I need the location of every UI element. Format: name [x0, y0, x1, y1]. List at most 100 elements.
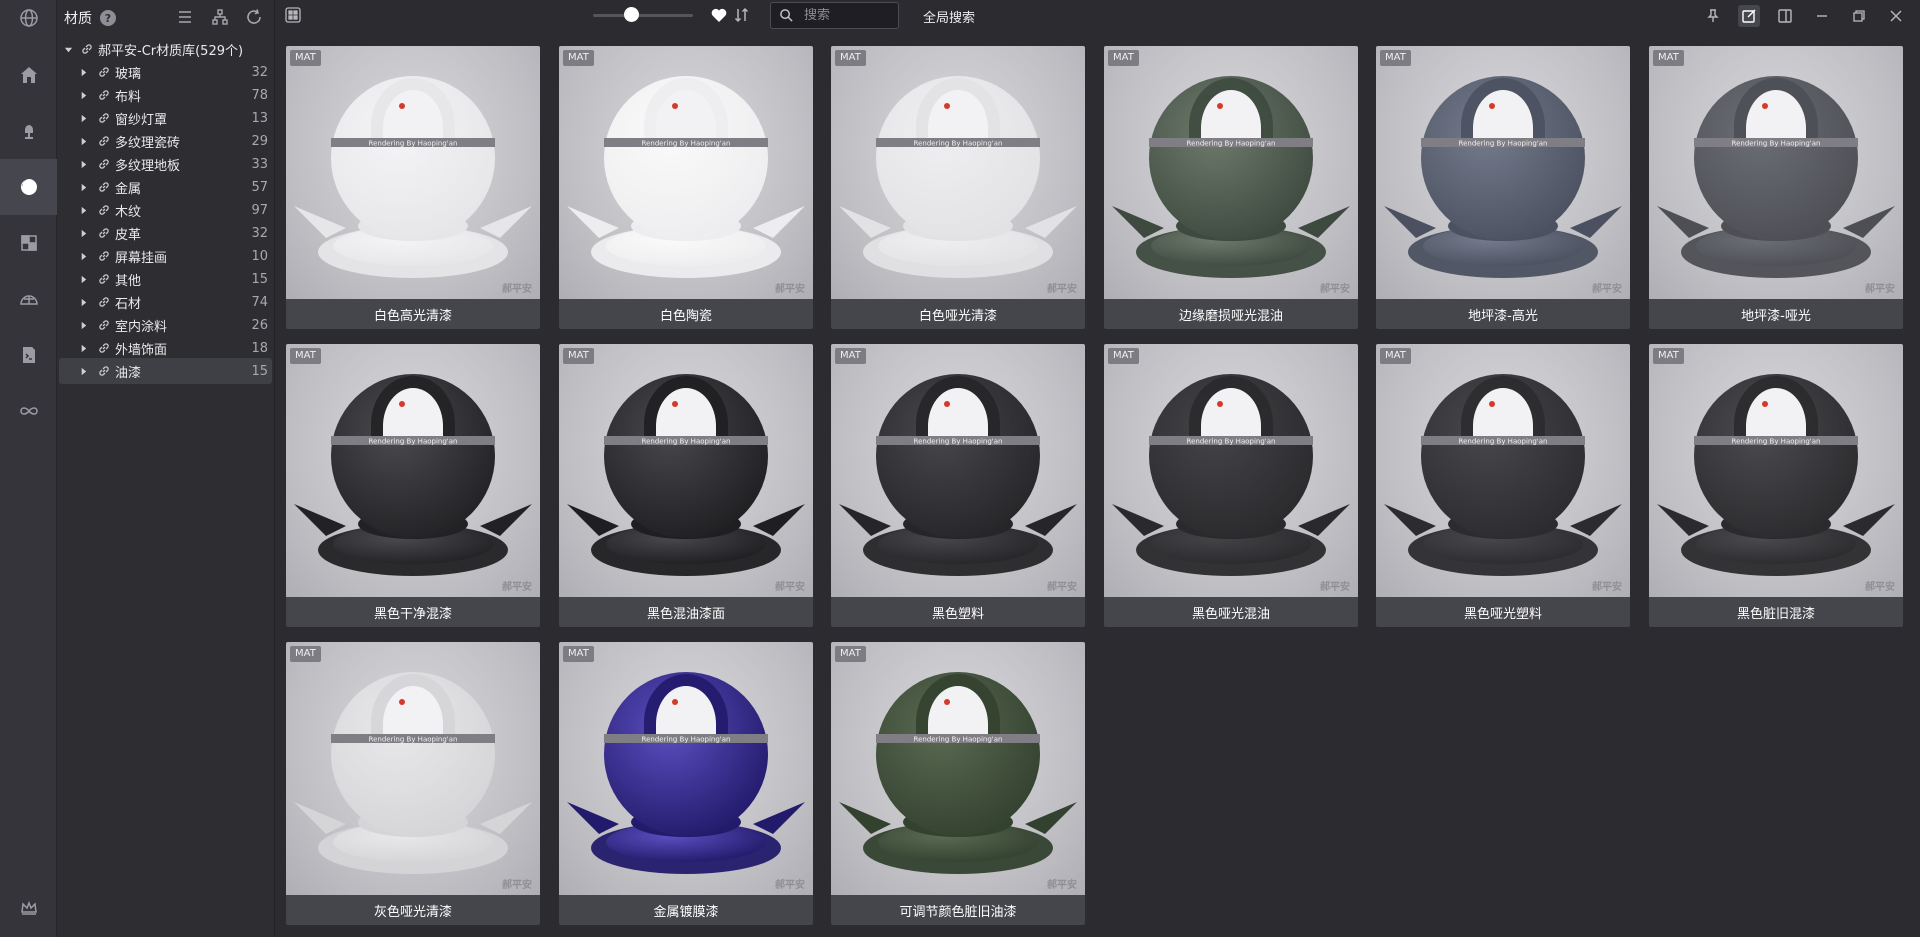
pin-icon[interactable] — [1702, 5, 1724, 27]
material-thumbnail[interactable]: Rendering By Haoping'an MAT 郝平安 — [831, 344, 1085, 597]
lamp-icon[interactable] — [0, 103, 57, 159]
caret-right-icon[interactable] — [78, 343, 88, 353]
material-thumbnail[interactable]: Rendering By Haoping'an MAT 郝平安 — [1376, 46, 1630, 299]
caret-right-icon[interactable] — [78, 366, 88, 376]
home-icon[interactable] — [0, 47, 57, 103]
material-card[interactable]: Rendering By Haoping'an MAT 郝平安 地坪漆-高光 — [1376, 46, 1630, 329]
tree-item-label: 其他 — [115, 273, 142, 289]
material-thumbnail[interactable]: Rendering By Haoping'an MAT 郝平安 — [559, 642, 813, 895]
refresh-icon[interactable] — [245, 8, 265, 28]
material-name: 灰色哑光清漆 — [373, 904, 452, 920]
material-preview-sphere: Rendering By Haoping'an — [1657, 76, 1895, 278]
material-card[interactable]: Rendering By Haoping'an MAT 郝平安灰色哑光清漆 — [286, 642, 540, 925]
caret-right-icon[interactable] — [78, 67, 88, 77]
tree-root-library[interactable]: 郝平安-Cr材质库(529个) — [57, 38, 275, 60]
sky-dome-icon[interactable] — [0, 271, 57, 327]
material-card[interactable]: Rendering By Haoping'an MAT 郝平安 白色哑光清漆 — [831, 46, 1085, 329]
edit-mode-icon[interactable] — [1738, 5, 1760, 27]
texture-icon[interactable] — [0, 215, 57, 271]
link-icon — [97, 226, 111, 240]
material-thumbnail[interactable]: Rendering By Haoping'an MAT 郝平安 — [286, 344, 540, 597]
material-card[interactable]: Rendering By Haoping'an MAT 郝平安 黑色哑光混油 — [1104, 344, 1358, 627]
thumbnail-watermark-logo: 郝平安 — [775, 880, 805, 891]
caret-right-icon[interactable] — [78, 159, 88, 169]
tree-item[interactable]: 油漆 15 — [59, 358, 272, 384]
material-name: 白色高光清漆 — [373, 308, 452, 324]
material-card[interactable]: Rendering By Haoping'an MAT 郝平安 黑色干净混漆 — [286, 344, 540, 627]
material-thumbnail[interactable]: Rendering By Haoping'an MAT 郝平安 — [286, 642, 540, 895]
caret-right-icon[interactable] — [78, 90, 88, 100]
caret-right-icon[interactable] — [78, 228, 88, 238]
material-card[interactable]: Rendering By Haoping'an MAT 郝平安 可调节颜色脏旧油漆 — [831, 642, 1085, 925]
mat-badge: MAT — [563, 348, 594, 364]
material-preview-sphere: Rendering By Haoping'an — [1657, 374, 1895, 576]
hierarchy-icon[interactable] — [211, 8, 231, 28]
material-card[interactable]: Rendering By Haoping'an MAT 郝平安边缘磨损哑光混油 — [1104, 46, 1358, 329]
material-card[interactable]: Rendering By Haoping'an MAT 郝平安 黑色塑料 — [831, 344, 1085, 627]
caret-right-icon[interactable] — [78, 274, 88, 284]
restore-icon[interactable] — [1848, 5, 1870, 27]
caret-right-icon[interactable] — [78, 113, 88, 123]
crown-icon[interactable] — [0, 883, 57, 933]
globe-icon[interactable] — [0, 0, 57, 36]
top-toolbar: 全局搜索 — [275, 0, 1920, 32]
material-thumbnail[interactable]: Rendering By Haoping'an MAT 郝平安 — [1376, 344, 1630, 597]
tree-item-count: 29 — [251, 133, 268, 149]
help-icon[interactable]: ? — [100, 10, 116, 26]
mat-badge: MAT — [1653, 50, 1684, 66]
sphere-band-text: Rendering By Haoping'an — [369, 140, 458, 148]
link-icon — [80, 42, 94, 56]
zoom-slider-track[interactable] — [593, 14, 693, 17]
sidebar-toggle-icon[interactable] — [1774, 5, 1796, 27]
material-card[interactable]: Rendering By Haoping'an MAT 郝平安 白色陶瓷 — [559, 46, 813, 329]
caret-right-icon[interactable] — [78, 136, 88, 146]
caret-right-icon[interactable] — [78, 320, 88, 330]
tree-item-label: 布料 — [115, 89, 142, 105]
search-box[interactable] — [770, 2, 899, 29]
thumbnail-watermark-logo: 郝平安 — [1320, 284, 1350, 295]
material-thumbnail[interactable]: Rendering By Haoping'an MAT 郝平安 — [831, 46, 1085, 299]
material-sphere-icon[interactable] — [0, 159, 57, 215]
caret-right-icon[interactable] — [78, 182, 88, 192]
caret-right-icon[interactable] — [78, 297, 88, 307]
infinity-icon[interactable] — [0, 383, 57, 439]
material-thumbnail[interactable]: Rendering By Haoping'an MAT 郝平安 — [1104, 344, 1358, 597]
material-thumbnail[interactable]: Rendering By Haoping'an MAT 郝平安 — [1649, 344, 1903, 597]
material-card[interactable]: Rendering By Haoping'an MAT 郝平安 黑色脏旧混漆 — [1649, 344, 1903, 627]
material-card[interactable]: Rendering By Haoping'an MAT 郝平安白色高光清漆 — [286, 46, 540, 329]
caret-right-icon[interactable] — [78, 205, 88, 215]
close-icon[interactable] — [1885, 5, 1907, 27]
list-view-icon[interactable] — [176, 8, 196, 28]
tree-item-count: 32 — [251, 225, 268, 241]
material-thumbnail[interactable]: Rendering By Haoping'an MAT 郝平安 — [286, 46, 540, 299]
zoom-slider-handle[interactable] — [623, 7, 639, 22]
material-thumbnail[interactable]: Rendering By Haoping'an MAT 郝平安 — [559, 46, 813, 299]
grid-size-icon[interactable] — [284, 6, 304, 26]
global-search-button[interactable]: 全局搜索 — [923, 7, 975, 26]
tree-item-count: 13 — [251, 110, 268, 126]
minimize-icon[interactable] — [1811, 5, 1833, 27]
thumbnail-watermark-logo: 郝平安 — [502, 284, 532, 295]
material-thumbnail[interactable]: Rendering By Haoping'an MAT 郝平安 — [831, 642, 1085, 895]
material-thumbnail[interactable]: Rendering By Haoping'an MAT 郝平安 — [1649, 46, 1903, 299]
material-thumbnail[interactable]: Rendering By Haoping'an MAT 郝平安 — [1104, 46, 1358, 299]
material-card[interactable]: Rendering By Haoping'an MAT 郝平安黑色哑光塑料 — [1376, 344, 1630, 627]
material-name: 黑色哑光塑料 — [1463, 606, 1542, 622]
material-name: 黑色混油漆面 — [646, 606, 725, 622]
heart-icon[interactable] — [710, 6, 730, 26]
thumbnail-watermark-logo: 郝平安 — [1592, 582, 1622, 593]
caret-down-icon[interactable] — [63, 44, 73, 54]
material-card[interactable]: Rendering By Haoping'an MAT 郝平安 金属镀膜漆 — [559, 642, 813, 925]
mat-badge: MAT — [1653, 348, 1684, 364]
material-name: 边缘磨损哑光混油 — [1178, 308, 1283, 324]
caret-right-icon[interactable] — [78, 251, 88, 261]
material-card[interactable]: Rendering By Haoping'an MAT 郝平安 地坪漆-哑光 — [1649, 46, 1903, 329]
script-icon[interactable] — [0, 327, 57, 383]
material-preview-sphere: Rendering By Haoping'an — [567, 374, 805, 576]
sphere-band-text: Rendering By Haoping'an — [369, 736, 458, 744]
thumbnail-watermark-logo: 郝平安 — [775, 582, 805, 593]
material-card[interactable]: Rendering By Haoping'an MAT 郝平安黑色混油漆面 — [559, 344, 813, 627]
search-input[interactable] — [804, 8, 894, 23]
sort-icon[interactable] — [733, 6, 753, 26]
material-thumbnail[interactable]: Rendering By Haoping'an MAT 郝平安 — [559, 344, 813, 597]
